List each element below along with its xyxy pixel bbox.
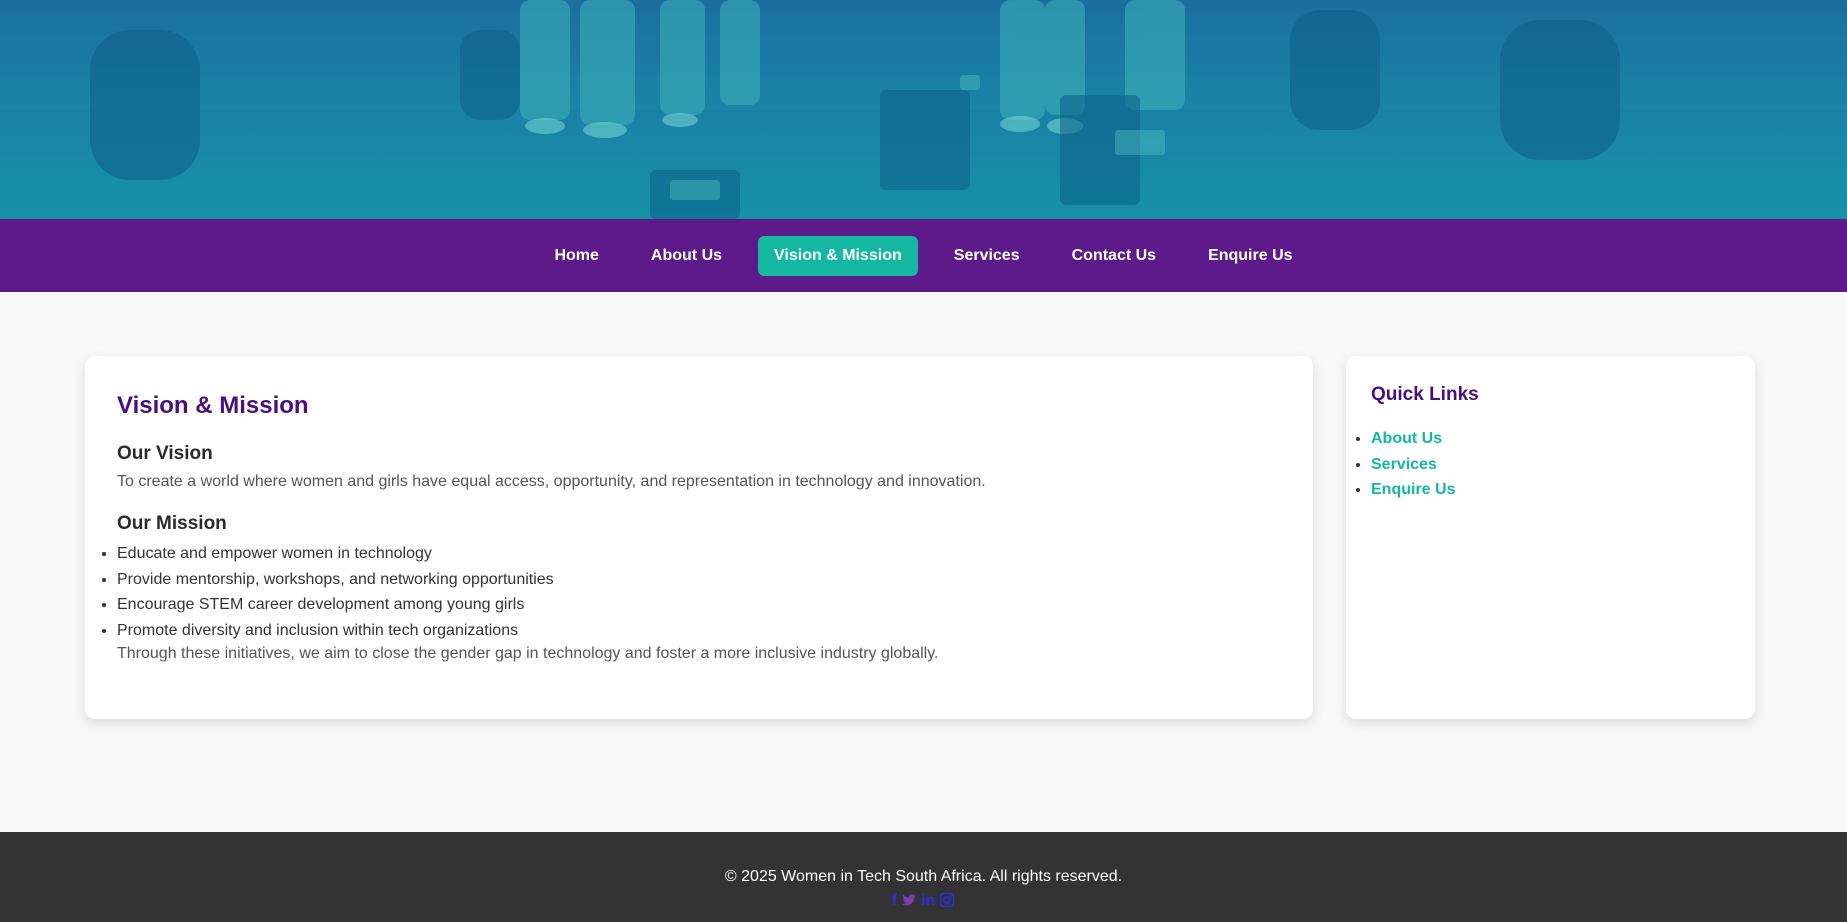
closing-text: Through these initiatives, we aim to clo…	[117, 645, 939, 662]
mission-list-item: Provide mentorship, workshops, and netwo…	[117, 567, 1281, 593]
copyright-text: © 2025 Women in Tech South Africa. All r…	[724, 868, 1123, 885]
nav-item-home[interactable]: Home	[538, 236, 614, 276]
nav-item-about-us[interactable]: About Us	[635, 236, 738, 276]
quick-links-list: About Us Services Enquire Us	[1371, 426, 1730, 503]
quick-link-enquire-us[interactable]: Enquire Us	[1371, 481, 1455, 498]
mission-heading: Our Mission	[117, 513, 227, 534]
quick-link-item: Enquire Us	[1371, 477, 1730, 503]
hero-photo	[0, 0, 1847, 219]
quick-links-title: Quick Links	[1371, 384, 1479, 405]
vision-text: To create a world where women and girls …	[117, 473, 986, 490]
nav-item-contact-us[interactable]: Contact Us	[1056, 236, 1172, 276]
quick-links-card: Quick Links About Us Services Enquire Us	[1346, 356, 1755, 719]
quick-link-about-us[interactable]: About Us	[1371, 430, 1442, 447]
twitter-icon[interactable]	[901, 892, 917, 913]
quick-link-services[interactable]: Services	[1371, 456, 1437, 473]
hero-banner-image	[0, 0, 1847, 219]
quick-link-item: About Us	[1371, 426, 1730, 452]
nav-item-vision-mission[interactable]: Vision & Mission	[758, 235, 918, 276]
linkedin-icon[interactable]: in	[921, 892, 935, 913]
social-links: f in	[0, 892, 1847, 913]
site-footer: © 2025 Women in Tech South Africa. All r…	[0, 832, 1847, 922]
vision-heading: Our Vision	[117, 443, 213, 464]
mission-list-item: Promote diversity and inclusion within t…	[117, 618, 1281, 644]
mission-list-item: Encourage STEM career development among …	[117, 592, 1281, 618]
mission-list: Educate and empower women in technology …	[117, 541, 1281, 643]
nav-item-enquire-us[interactable]: Enquire Us	[1192, 236, 1308, 276]
page-title: Vision & Mission	[117, 392, 309, 419]
main-navigation: Home About Us Vision & Mission Services …	[0, 219, 1847, 292]
main-content-card: Vision & Mission Our Vision To create a …	[85, 356, 1313, 719]
quick-link-item: Services	[1371, 452, 1730, 478]
nav-item-services[interactable]: Services	[938, 236, 1036, 276]
facebook-icon[interactable]: f	[892, 892, 897, 913]
instagram-icon[interactable]	[939, 892, 955, 913]
mission-list-item: Educate and empower women in technology	[117, 541, 1281, 567]
